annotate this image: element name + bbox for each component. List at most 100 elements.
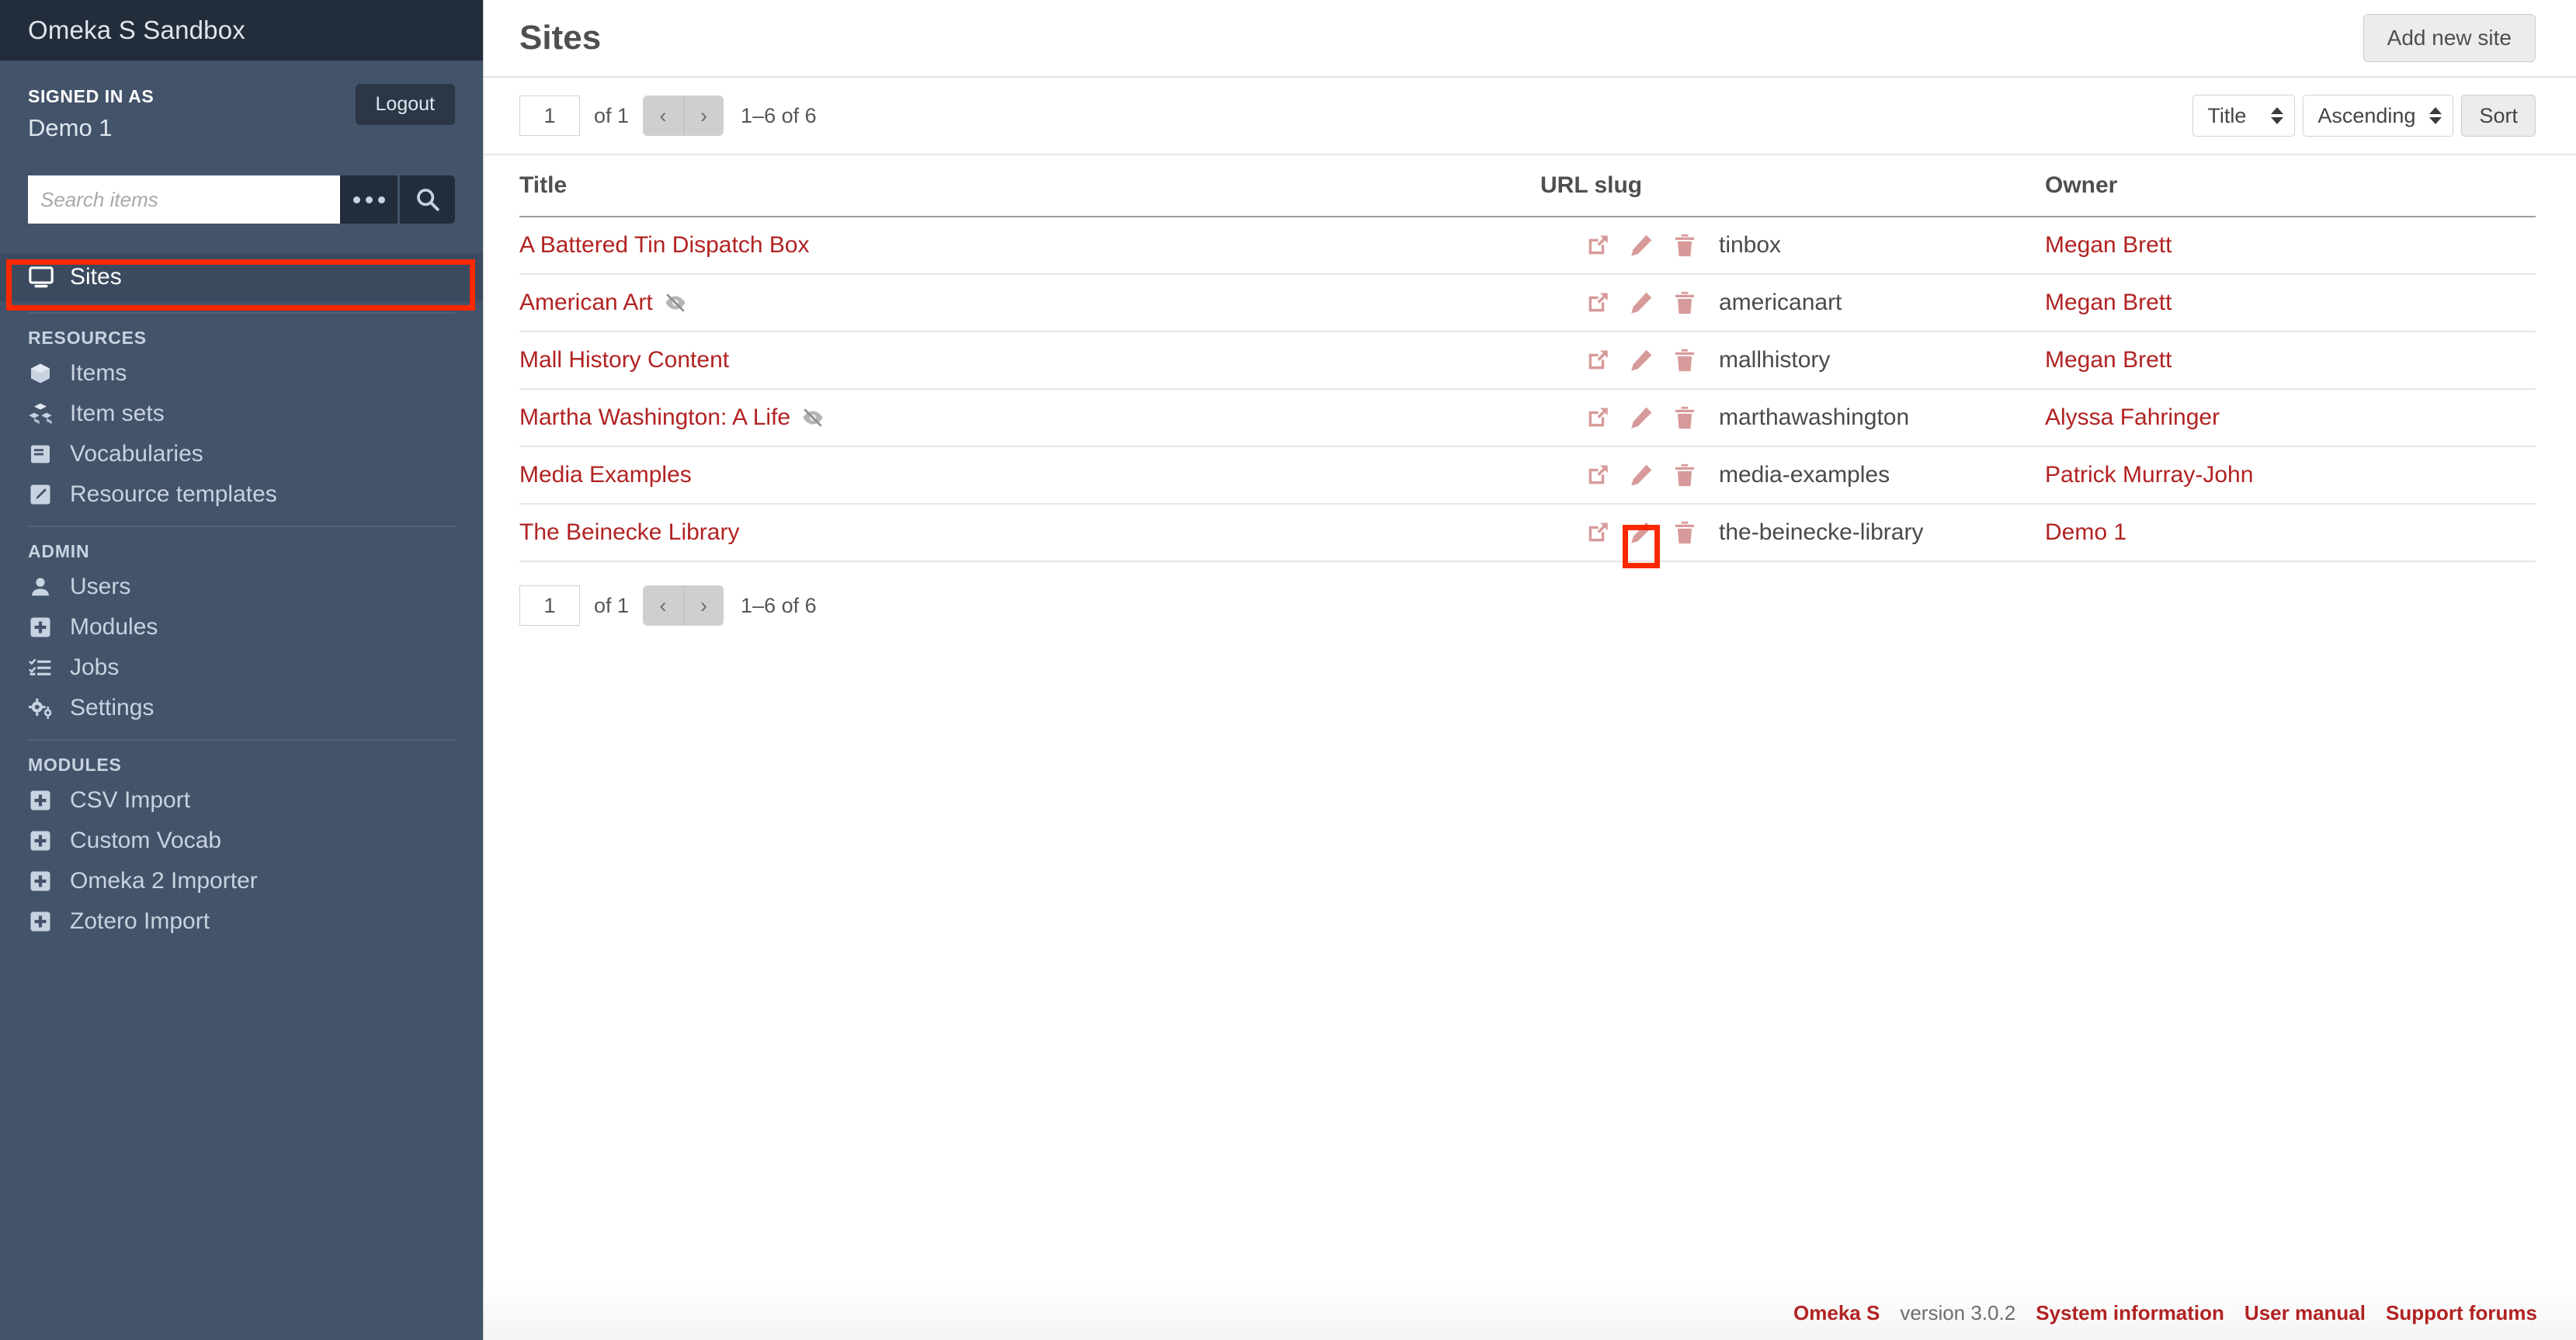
gears-icon [28, 696, 57, 720]
sort-direction-select[interactable]: Ascending [2303, 95, 2454, 137]
sidebar-item-modules[interactable]: Modules [0, 607, 483, 647]
cell-title: Martha Washington: A Life [519, 389, 1540, 447]
main-content: Sites Add new site of 1 ‹ › 1–6 of 6 Tit… [483, 0, 2576, 1340]
owner-link[interactable]: Megan Brett [2045, 232, 2172, 258]
sidebar-item-users[interactable]: Users [0, 567, 483, 607]
site-title-link[interactable]: Mall History Content [519, 347, 729, 373]
external-link-icon[interactable] [1584, 346, 1612, 374]
trash-icon[interactable] [1671, 404, 1699, 432]
cell-title: The Beinecke Library [519, 504, 1540, 562]
sidebar-item-custom-vocab[interactable]: Custom Vocab [0, 821, 483, 861]
page-title: Sites [519, 19, 602, 57]
result-count-label: 1–6 of 6 [741, 103, 817, 127]
page-number-input[interactable] [519, 95, 580, 136]
cell-owner: Megan Brett [2045, 217, 2536, 275]
eye-slash-private-icon [801, 406, 825, 429]
site-title-link[interactable]: A Battered Tin Dispatch Box [519, 232, 810, 259]
url-slug-value: the-beinecke-library [1719, 519, 1924, 545]
cubes-icon [28, 401, 57, 426]
owner-link[interactable]: Demo 1 [2045, 519, 2126, 545]
table-row: Mall History Content mallhistory Megan B… [519, 332, 2536, 390]
add-new-site-button[interactable]: Add new site [2362, 14, 2536, 62]
page-number-input-bottom[interactable] [519, 585, 580, 626]
site-title-link[interactable]: American Art [519, 290, 653, 316]
pencil-icon[interactable] [1627, 346, 1655, 374]
plus-square-icon [28, 828, 57, 853]
sort-controls: Title Ascending Sort [2192, 95, 2536, 137]
logout-button[interactable]: Logout [355, 84, 455, 125]
search-submit-button[interactable] [398, 175, 455, 224]
url-slug-value: marthawashington [1719, 404, 1910, 430]
owner-link[interactable]: Megan Brett [2045, 347, 2172, 373]
footer-link-user-manual[interactable]: User manual [2244, 1301, 2366, 1325]
next-page-button[interactable]: › [683, 95, 724, 136]
footer-link-system-information[interactable]: System information [2036, 1301, 2224, 1325]
bottom-pagination: of 1 ‹ › 1–6 of 6 [519, 585, 817, 626]
cell-owner: Megan Brett [2045, 332, 2536, 390]
previous-page-button[interactable]: ‹ [643, 95, 684, 136]
sites-table: Title URL slug Owner A Battered Tin Disp… [519, 155, 2536, 568]
pager-buttons: ‹ › [643, 95, 724, 136]
advanced-search-button[interactable] [340, 175, 398, 224]
search-input[interactable] [28, 175, 340, 224]
sidebar-item-sites[interactable]: Sites [0, 253, 483, 302]
external-link-icon[interactable] [1584, 404, 1612, 432]
url-slug-value: tinbox [1719, 232, 1782, 258]
table-row: American Art americanart Megan Brett [519, 274, 2536, 332]
pencil-icon[interactable] [1627, 289, 1655, 317]
external-link-icon[interactable] [1584, 231, 1612, 259]
sidebar-item-jobs[interactable]: Jobs [0, 647, 483, 688]
sidebar-item-settings[interactable]: Settings [0, 688, 483, 728]
sidebar-item-label: Items [70, 360, 127, 387]
sidebar-item-label: Zotero Import [70, 908, 210, 935]
external-link-icon[interactable] [1584, 289, 1612, 317]
nav-group-label-admin: ADMIN [28, 541, 90, 562]
sidebar-item-zotero-import[interactable]: Zotero Import [0, 901, 483, 942]
trash-icon[interactable] [1671, 231, 1699, 259]
page-total-label-bottom: of 1 [594, 593, 630, 617]
site-title-link[interactable]: The Beinecke Library [519, 519, 739, 546]
owner-link[interactable]: Patrick Murray-John [2045, 462, 2253, 488]
sort-by-select[interactable]: Title [2192, 95, 2296, 137]
column-header-owner: Owner [2045, 155, 2536, 217]
next-page-button-bottom[interactable]: › [683, 585, 724, 626]
pencil-icon[interactable] [1627, 404, 1655, 432]
book-icon [28, 442, 57, 467]
owner-link[interactable]: Megan Brett [2045, 290, 2172, 315]
site-title-link[interactable]: Media Examples [519, 462, 692, 488]
sidebar-item-label: Modules [70, 614, 158, 640]
sidebar-search-row [28, 175, 455, 224]
pencil-icon[interactable] [1627, 461, 1655, 489]
plus-square-icon [28, 615, 57, 640]
previous-page-button-bottom[interactable]: ‹ [643, 585, 684, 626]
omeka-admin-page: Omeka S Sandbox SIGNED IN AS Demo 1 Logo… [0, 0, 2576, 1340]
sidebar-item-omeka-2-importer[interactable]: Omeka 2 Importer [0, 861, 483, 901]
cell-actions-and-slug: marthawashington [1540, 389, 2045, 447]
sort-button[interactable]: Sort [2461, 95, 2536, 137]
sidebar-item-vocabularies[interactable]: Vocabularies [0, 434, 483, 474]
external-link-icon[interactable] [1584, 519, 1612, 547]
sort-by-chevron-icon [2271, 107, 2284, 124]
footer-link-support-forums[interactable]: Support forums [2386, 1301, 2537, 1325]
cell-title: Media Examples [519, 446, 1540, 505]
owner-link[interactable]: Alyssa Fahringer [2045, 404, 2220, 430]
sidebar-item-items[interactable]: Items [0, 353, 483, 394]
trash-icon[interactable] [1671, 346, 1699, 374]
pencil-icon[interactable] [1627, 231, 1655, 259]
top-pagination: of 1 ‹ › 1–6 of 6 [519, 95, 817, 136]
site-title-link[interactable]: Martha Washington: A Life [519, 404, 790, 431]
pencil-icon[interactable] [1623, 519, 1660, 568]
external-link-icon[interactable] [1584, 461, 1612, 489]
sidebar-item-csv-import[interactable]: CSV Import [0, 780, 483, 821]
pager-buttons-bottom: ‹ › [643, 585, 724, 626]
url-slug-value: americanart [1719, 290, 1842, 315]
footer-brand-link[interactable]: Omeka S [1793, 1301, 1880, 1325]
trash-icon[interactable] [1671, 461, 1699, 489]
trash-icon[interactable] [1671, 289, 1699, 317]
sidebar-item-label: Sites [70, 264, 122, 290]
sidebar-item-resource-templates[interactable]: Resource templates [0, 474, 483, 515]
sidebar-item-label: Users [70, 574, 131, 600]
trash-icon[interactable] [1671, 519, 1699, 547]
sidebar-item-item-sets[interactable]: Item sets [0, 394, 483, 434]
sort-direction-chevron-icon [2429, 107, 2442, 124]
